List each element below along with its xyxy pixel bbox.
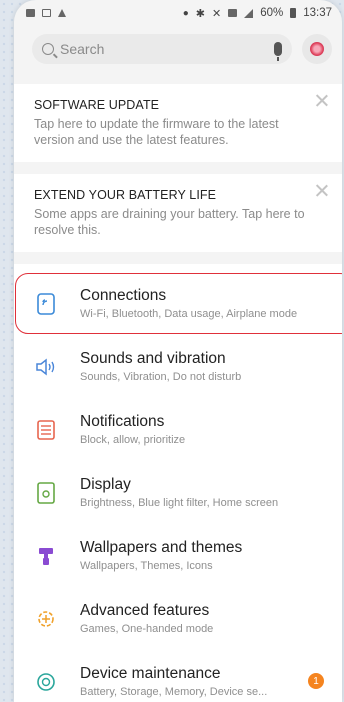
search-row: Search	[14, 26, 342, 72]
item-subtitle: Wallpapers, Themes, Icons	[80, 559, 213, 572]
notifications-icon	[34, 418, 58, 442]
settings-item-display[interactable]: Display Brightness, Blue light filter, H…	[14, 461, 342, 524]
item-title: Sounds and vibration	[80, 349, 226, 367]
close-icon[interactable]	[316, 184, 328, 196]
settings-list: Connections Wi-Fi, Bluetooth, Data usage…	[14, 264, 342, 702]
alert-notification-icon	[58, 9, 66, 17]
settings-item-wallpapers[interactable]: Wallpapers and themes Wallpapers, Themes…	[14, 524, 342, 587]
status-bar: ● ✱ ✕ 60% 13:37	[14, 0, 342, 26]
speaker-icon	[34, 355, 58, 379]
settings-item-device-maintenance[interactable]: Device maintenance Battery, Storage, Mem…	[14, 650, 342, 702]
item-subtitle: Games, One-handed mode	[80, 622, 214, 635]
brush-icon	[34, 544, 58, 568]
maintenance-icon	[34, 670, 58, 694]
battery-life-card[interactable]: EXTEND YOUR BATTERY LIFE Some apps are d…	[14, 174, 342, 252]
item-title: Notifications	[80, 412, 165, 430]
avatar	[310, 42, 324, 56]
gallery-notification-icon	[42, 9, 51, 17]
item-title: Display	[80, 475, 131, 493]
close-icon[interactable]	[316, 94, 328, 106]
item-title: Connections	[80, 286, 167, 304]
software-update-card[interactable]: SOFTWARE UPDATE Tap here to update the f…	[14, 84, 342, 162]
phone-screen: ● ✱ ✕ 60% 13:37 Search SOFTWARE UPDATE T…	[14, 0, 342, 702]
gear-plus-icon	[34, 607, 58, 631]
search-icon	[42, 43, 54, 55]
settings-item-notifications[interactable]: Notifications Block, allow, prioritize	[14, 398, 342, 461]
card-body: Some apps are draining your battery. Tap…	[34, 207, 305, 237]
item-title: Wallpapers and themes	[80, 538, 243, 556]
connections-icon	[34, 292, 58, 316]
nfc-icon	[228, 9, 238, 17]
item-title: Device maintenance	[80, 664, 221, 682]
item-title: Advanced features	[80, 601, 210, 619]
display-icon	[34, 481, 58, 505]
card-title: SOFTWARE UPDATE	[34, 98, 160, 112]
message-notification-icon	[26, 9, 35, 17]
card-title: EXTEND YOUR BATTERY LIFE	[34, 188, 217, 202]
settings-item-connections[interactable]: Connections Wi-Fi, Bluetooth, Data usage…	[14, 272, 342, 335]
item-subtitle: Battery, Storage, Memory, Device se...	[80, 685, 268, 698]
clock: 13:37	[303, 7, 332, 19]
profile-button[interactable]	[302, 34, 332, 64]
item-subtitle: Brightness, Blue light filter, Home scre…	[80, 496, 279, 509]
item-subtitle: Sounds, Vibration, Do not disturb	[80, 370, 242, 383]
location-icon: ●	[182, 7, 189, 19]
card-body: Tap here to update the firmware to the l…	[34, 117, 279, 147]
settings-item-advanced[interactable]: Advanced features Games, One-handed mode	[14, 587, 342, 650]
mute-icon: ✕	[211, 7, 222, 20]
bluetooth-icon: ✱	[195, 7, 205, 20]
settings-item-sounds[interactable]: Sounds and vibration Sounds, Vibration, …	[14, 335, 342, 398]
battery-icon	[290, 8, 297, 18]
search-bar[interactable]: Search	[32, 34, 292, 64]
notification-badge: 1	[308, 673, 324, 689]
search-placeholder: Search	[60, 41, 105, 57]
signal-icon	[244, 8, 254, 18]
microphone-icon[interactable]	[274, 42, 282, 61]
item-subtitle: Block, allow, prioritize	[80, 433, 186, 446]
battery-percent: 60%	[260, 7, 284, 19]
item-subtitle: Wi-Fi, Bluetooth, Data usage, Airplane m…	[80, 307, 298, 320]
